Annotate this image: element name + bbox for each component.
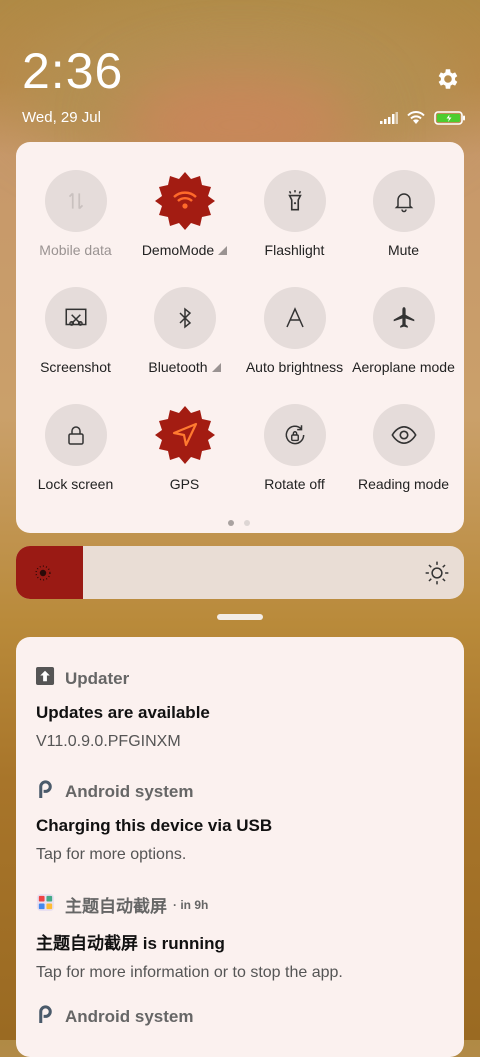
brightness-low-icon — [32, 562, 54, 589]
screenshot-icon — [44, 287, 107, 349]
theme-app-icon — [36, 893, 55, 917]
lock-icon — [44, 404, 107, 466]
updater-icon — [36, 667, 55, 691]
page-dot — [244, 520, 250, 526]
android-system-icon — [36, 1005, 55, 1029]
battery-icon — [434, 110, 466, 130]
tile-rotate-off[interactable]: Rotate off — [240, 404, 349, 492]
tile-label: Lock screen — [37, 476, 114, 492]
mobile-data-icon — [44, 170, 107, 232]
notification-text: Tap for more information or to stop the … — [36, 964, 343, 981]
tile-label: Mobile data — [39, 242, 112, 258]
flashlight-icon — [263, 170, 326, 232]
tile-mobile-data[interactable]: Mobile data — [21, 170, 130, 258]
notification-app-name: Updater — [65, 669, 130, 688]
notification-app-name: Android system — [65, 1007, 194, 1026]
tile-flashlight[interactable]: Flashlight — [240, 170, 349, 258]
tile-demomode[interactable]: DemoMode — [130, 170, 239, 258]
date: Wed, 29 Jul — [22, 109, 101, 126]
tile-reading-mode[interactable]: Reading mode — [349, 404, 458, 492]
tile-bluetooth[interactable]: Bluetooth — [130, 287, 239, 375]
notification-app-name: Android system — [65, 782, 194, 801]
notification-panel: Updater Updates are available V11.0.9.0.… — [16, 637, 464, 1057]
tile-mute[interactable]: Mute — [349, 170, 458, 258]
airplane-icon — [372, 287, 435, 349]
tile-label-text: DemoMode — [141, 242, 215, 258]
notification-title: Updates are available — [36, 703, 210, 722]
tile-screenshot[interactable]: Screenshot — [21, 287, 130, 375]
tile-label: Bluetooth — [130, 359, 239, 375]
expand-indicator — [218, 246, 228, 255]
rotate-lock-icon — [263, 404, 326, 466]
tile-label: Aeroplane mode — [352, 359, 455, 375]
wifi-icon — [154, 170, 216, 232]
notification-title: Charging this device via USB — [36, 816, 273, 835]
tile-label: GPS — [169, 476, 200, 492]
tile-label: DemoMode — [130, 242, 239, 258]
tile-label: Mute — [387, 242, 420, 258]
drag-handle[interactable] — [217, 614, 263, 620]
notification-updater[interactable]: Updater Updates are available V11.0.9.0.… — [36, 667, 210, 751]
notification-time: · in 9h — [173, 897, 209, 912]
tile-label-text: Bluetooth — [148, 359, 208, 375]
tile-label: Rotate off — [264, 476, 325, 492]
page-indicator — [228, 520, 250, 526]
brightness-high-icon — [424, 560, 450, 591]
quick-settings-panel: Mobile data DemoMode Flashlight Mute Scr… — [16, 142, 464, 533]
notification-text: V11.0.9.0.PFGINXM — [36, 733, 181, 750]
tile-lock-screen[interactable]: Lock screen — [21, 404, 130, 492]
location-arrow-icon — [154, 404, 216, 466]
notification-app-name: 主题自动截屏 — [65, 897, 167, 916]
notification-title: 主题自动截屏 is running — [36, 934, 225, 953]
tile-aeroplane-mode[interactable]: Aeroplane mode — [349, 287, 458, 375]
notification-android-system[interactable]: Android system — [36, 1005, 193, 1029]
tile-label: Screenshot — [40, 359, 111, 375]
expand-indicator — [211, 363, 221, 372]
bell-icon — [372, 170, 435, 232]
brightness-slider[interactable] — [16, 546, 464, 599]
notification-text: Tap for more options. — [36, 846, 187, 863]
tile-gps[interactable]: GPS — [130, 404, 239, 492]
android-system-icon — [36, 780, 55, 804]
notification-theme-app[interactable]: 主题自动截屏 · in 9h 主题自动截屏 is running Tap for… — [36, 892, 343, 982]
status-icons — [380, 110, 466, 130]
eye-icon — [372, 404, 435, 466]
wifi-status-icon — [406, 110, 426, 130]
notification-charging[interactable]: Android system Charging this device via … — [36, 780, 272, 864]
gear-icon[interactable] — [434, 66, 460, 92]
tile-label: Flashlight — [264, 242, 325, 258]
tile-auto-brightness[interactable]: Auto brightness — [240, 287, 349, 375]
signal-icon — [380, 111, 398, 129]
clock: 2:36 — [22, 43, 124, 99]
bluetooth-icon — [153, 287, 216, 349]
page-dot-active — [228, 520, 234, 526]
tile-label: Auto brightness — [245, 359, 344, 375]
tile-label: Reading mode — [357, 476, 450, 492]
auto-brightness-icon — [263, 287, 326, 349]
